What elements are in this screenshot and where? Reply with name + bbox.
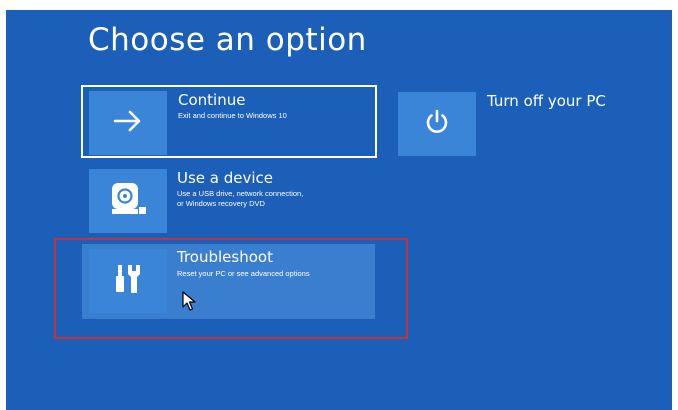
page-title: Choose an option [88,22,367,58]
mouse-pointer-icon [182,291,196,316]
turn-off-title: Turn off your PC [487,92,606,110]
continue-option[interactable]: Continue Exit and continue to Windows 10 [81,85,377,158]
power-icon [422,107,452,142]
turn-off-option[interactable]: Turn off your PC [398,92,638,156]
use-device-description-line: Use a USB drive, network connection, [177,189,304,198]
disc-drive-icon [108,181,148,222]
turn-off-tile [398,92,476,156]
continue-description: Exit and continue to Windows 10 [178,111,287,120]
use-device-description-line: or Windows recovery DVD [177,199,265,208]
continue-title: Continue [178,91,246,109]
use-device-tile [89,169,167,233]
use-device-description: Use a USB drive, network connection, or … [177,189,303,209]
arrow-right-icon [113,109,143,138]
use-device-title: Use a device [177,169,274,187]
continue-tile [89,91,167,155]
troubleshoot-highlight-box [54,238,408,339]
use-device-option[interactable]: Use a device Use a USB drive, network co… [89,169,379,233]
